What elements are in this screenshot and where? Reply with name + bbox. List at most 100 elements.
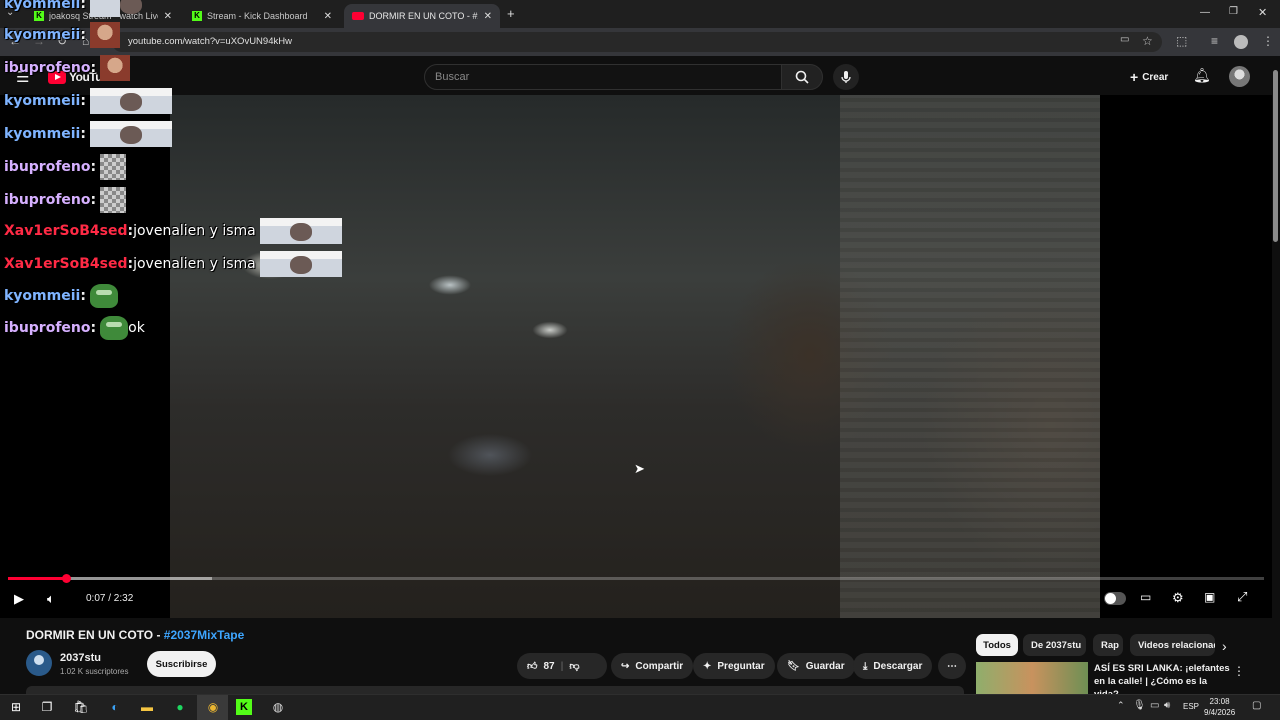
edge-icon[interactable]: ◐ — [106, 698, 124, 716]
obs-icon[interactable]: ◍ — [269, 698, 287, 716]
chat-line: kyommeii: — [4, 22, 120, 48]
chat-line: kyommeii: — [4, 121, 172, 147]
description-box[interactable] — [26, 686, 964, 694]
chat-line: ibuprofeno: ok — [4, 316, 145, 340]
chat-line: ibuprofeno: — [4, 154, 127, 180]
restore-window-icon[interactable]: ❐ — [1229, 6, 1238, 17]
fullscreen-icon[interactable]: ⤢ — [1237, 589, 1247, 605]
tab-youtube-video[interactable]: DORMIR EN UN COTO - #2037MixTape ✕ — [344, 4, 500, 28]
emote-image — [259, 251, 342, 277]
download-icon: ⤓ — [863, 660, 868, 672]
chat-line: kyommeii: — [4, 284, 118, 308]
share-button[interactable]: ↪ Compartir — [611, 653, 694, 679]
tab-close-icon[interactable]: ✕ — [484, 11, 492, 22]
bookmark-star-icon[interactable]: ☆ — [1142, 34, 1153, 48]
play-button[interactable]: ▶ — [14, 591, 24, 607]
more-horizontal-icon: ⋯ — [947, 660, 957, 672]
emote-image — [89, 284, 118, 308]
account-avatar[interactable] — [1229, 66, 1250, 87]
windows-taskbar — [0, 694, 1280, 720]
hashtag-link[interactable]: #2037MixTape — [164, 628, 245, 642]
time-display: 0:07 / 2:32 — [86, 593, 134, 604]
spotify-icon[interactable]: ● — [171, 698, 189, 716]
notification-center-icon[interactable]: ▢ — [1252, 700, 1261, 711]
more-actions-button[interactable]: ⋯ — [938, 653, 966, 679]
chat-line: ibuprofeno: — [4, 55, 131, 81]
chat-line: Xav1erSoB4sed: jovenalien y isma — [4, 251, 342, 277]
notifications-bell-icon[interactable]: 🔔︎ — [1193, 67, 1211, 84]
chrome-icon[interactable]: ◉ — [204, 698, 222, 716]
video-frame[interactable] — [170, 95, 1100, 618]
create-button[interactable]: + Crear — [1130, 69, 1168, 85]
like-icon[interactable]: 👍︎ — [527, 660, 537, 672]
channel-avatar[interactable] — [26, 650, 52, 676]
emote-image — [100, 187, 127, 213]
channel-name[interactable]: 2037stu — [60, 652, 101, 664]
chip-rap[interactable]: Rap — [1093, 634, 1123, 656]
kick-icon[interactable]: K — [236, 699, 252, 715]
scrollbar-thumb[interactable] — [1273, 70, 1278, 242]
volume-icon[interactable]: 🔈︎ — [47, 591, 55, 607]
emote-image — [100, 154, 127, 180]
file-explorer-icon[interactable]: ▬ — [138, 698, 156, 716]
chip-channel[interactable]: De 2037stu — [1023, 634, 1086, 656]
subscribe-button[interactable]: Suscribirse — [147, 651, 216, 677]
language-indicator[interactable]: ESP — [1183, 702, 1199, 711]
tray-chevron-icon[interactable]: ⌃ — [1117, 700, 1125, 711]
chevron-right-icon[interactable]: › — [1222, 638, 1227, 654]
ask-button[interactable]: ✦ Preguntar — [693, 653, 775, 679]
media-control-icon[interactable]: ≡ — [1211, 34, 1218, 48]
tab-kick-dashboard[interactable]: K Stream - Kick Dashboard ✕ — [184, 4, 340, 28]
settings-gear-icon[interactable]: ⚙ — [1172, 590, 1184, 606]
chat-line: ibuprofeno: — [4, 187, 127, 213]
microphone-icon — [841, 71, 851, 83]
search-button[interactable] — [781, 64, 823, 90]
voice-search-button[interactable] — [833, 64, 859, 90]
profile-avatar[interactable] — [1234, 35, 1248, 49]
clock[interactable]: 23:08 9/4/2026 — [1204, 696, 1235, 718]
minimize-window-icon[interactable]: — — [1200, 7, 1210, 18]
cast-icon[interactable]: ▭ — [1120, 34, 1129, 45]
plus-icon: + — [1130, 69, 1139, 85]
extensions-icon[interactable]: ⬚ — [1176, 34, 1187, 48]
close-window-icon[interactable]: ✕ — [1258, 6, 1267, 19]
store-icon[interactable]: 🛍︎ — [72, 698, 90, 716]
tab-close-icon[interactable]: ✕ — [164, 11, 172, 22]
emote-image — [100, 316, 129, 340]
related-more-icon[interactable]: ⋮ — [1233, 664, 1245, 678]
new-tab-button[interactable]: + — [507, 6, 515, 21]
chip-todos[interactable]: Todos — [976, 634, 1018, 656]
emote-image — [89, 121, 172, 147]
related-video-thumbnail[interactable] — [976, 662, 1088, 694]
network-icon[interactable]: ▭ — [1150, 700, 1159, 711]
emote-image — [89, 88, 172, 114]
like-count[interactable]: 87 — [543, 661, 554, 672]
chat-line: Xav1erSoB4sed: jovenalien y isma — [4, 218, 342, 244]
save-button[interactable]: 🔖︎ Guardar — [777, 653, 855, 679]
dislike-icon[interactable]: 👎︎ — [569, 660, 579, 672]
task-view-icon[interactable]: ❐ — [38, 698, 56, 716]
mic-tray-icon[interactable]: 🎙︎ — [1133, 700, 1146, 711]
volume-tray-icon[interactable]: 🔊︎ — [1164, 700, 1170, 711]
progress-bar-played — [8, 577, 66, 580]
tab-close-icon[interactable]: ✕ — [324, 11, 332, 22]
subtitles-icon[interactable]: ▭ — [1140, 590, 1151, 604]
emote-image — [89, 0, 142, 17]
emote-image — [89, 22, 120, 48]
url-text[interactable]: youtube.com/watch?v=uXOvUN94kHw — [128, 36, 292, 47]
miniplayer-icon[interactable]: ▣ — [1204, 590, 1215, 604]
windows-start-icon[interactable]: ⊞ — [7, 698, 25, 716]
emote-image — [100, 55, 131, 81]
subscriber-count: 1.02 K suscriptores — [60, 667, 129, 676]
chat-line: kyommeii: — [4, 88, 172, 114]
progress-scrubber-handle[interactable] — [62, 574, 71, 583]
browser-menu-icon[interactable]: ⋮ — [1262, 34, 1274, 48]
sparkle-icon: ✦ — [703, 660, 712, 672]
chip-related[interactable]: Videos relacionados — [1130, 634, 1215, 656]
share-icon: ↪ — [621, 660, 630, 672]
search-input[interactable]: Buscar — [424, 64, 782, 90]
download-button[interactable]: ⤓ Descargar — [853, 653, 933, 679]
kick-favicon-icon: K — [192, 11, 202, 21]
chat-line: kyommeii: — [4, 0, 142, 17]
autoplay-toggle-knob — [1105, 593, 1116, 604]
